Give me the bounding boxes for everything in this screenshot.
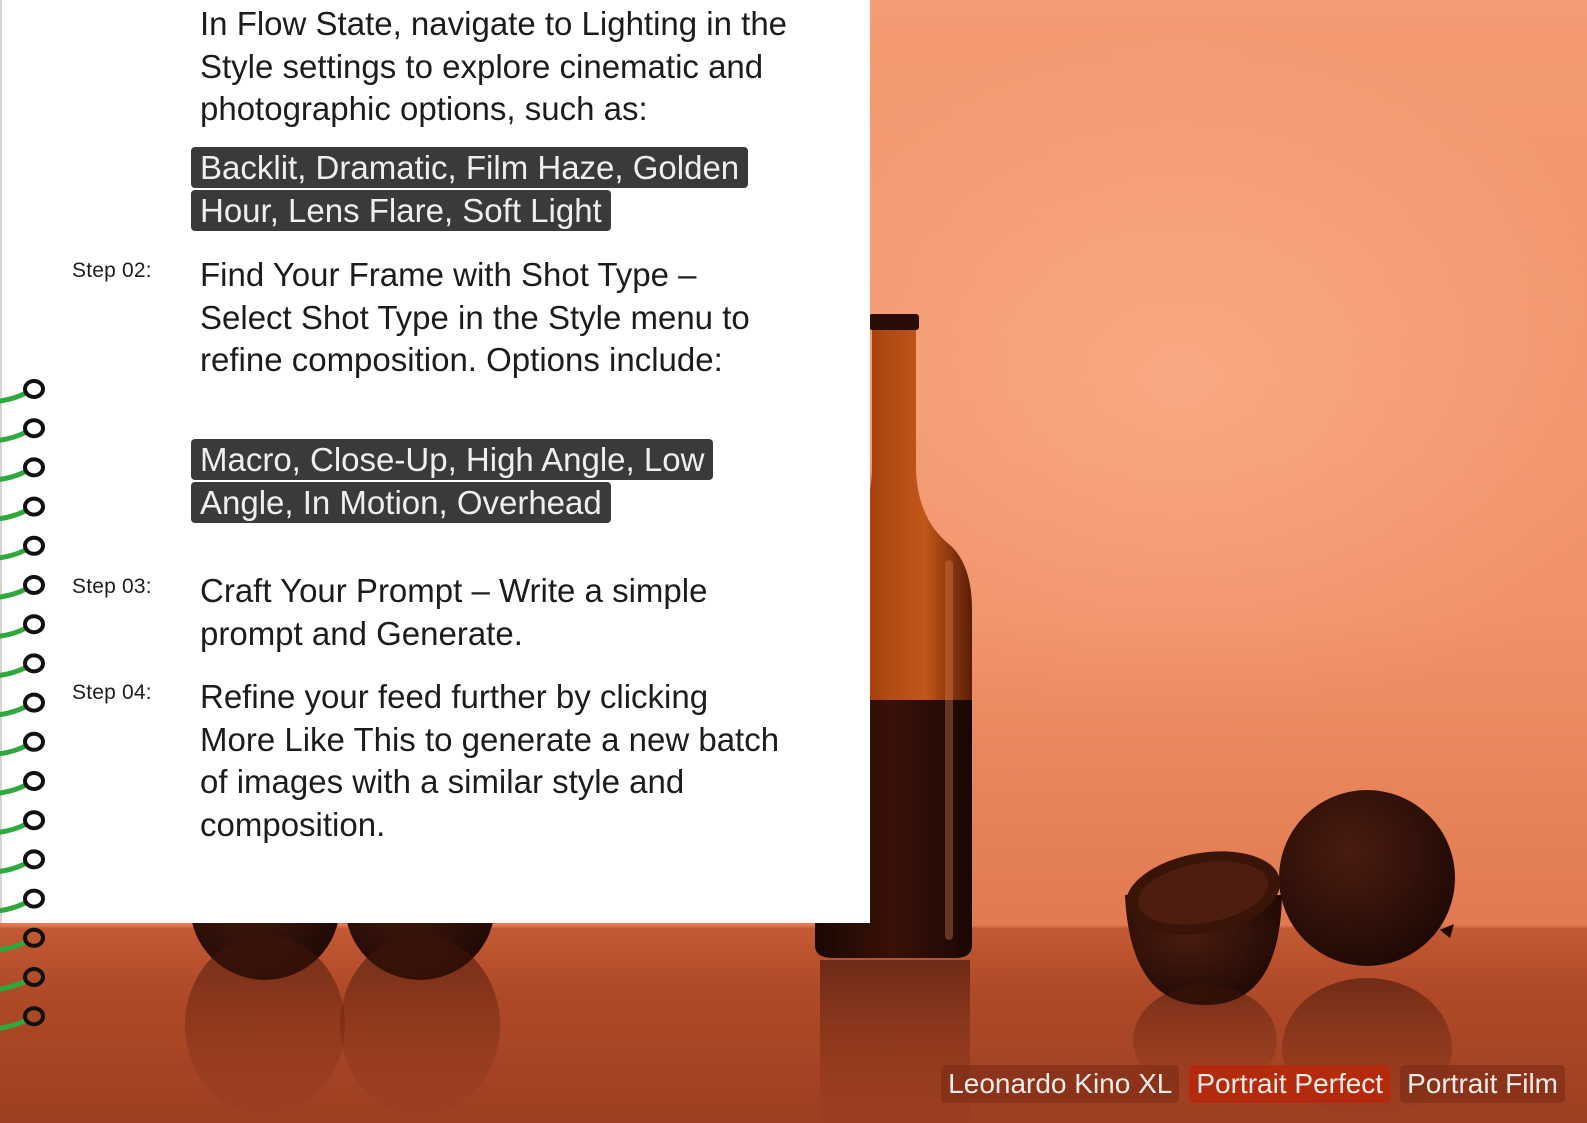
- spiral-ring: [0, 496, 45, 522]
- spiral-ring: [0, 810, 45, 835]
- spiral-ring: [0, 888, 45, 914]
- shot-type-options-text: Macro, Close-Up, High Angle, Low Angle, …: [191, 439, 714, 523]
- step-04-label: Step 04:: [72, 681, 152, 704]
- spiral-ring: [0, 927, 45, 953]
- preset-tag-portrait-perfect: Portrait Perfect: [1189, 1065, 1391, 1103]
- step-03-label: Step 03:: [72, 575, 152, 598]
- spiral-ring: [0, 418, 45, 443]
- intro-text: In Flow State, navigate to Lighting in t…: [200, 5, 788, 127]
- spiral-ring: [0, 535, 45, 561]
- spiral-ring: [0, 379, 45, 404]
- spiral-ring: [0, 967, 45, 992]
- spiral-ring: [0, 692, 45, 718]
- spiral-binding: [0, 379, 45, 1031]
- spiral-ring: [0, 614, 45, 639]
- lighting-options-text: Backlit, Dramatic, Film Haze, Golden Hou…: [191, 147, 749, 231]
- spiral-ring: [0, 1006, 45, 1031]
- preset-tag-kino-xl: Leonardo Kino XL: [941, 1065, 1180, 1103]
- preset-tag-portrait-film: Portrait Film: [1400, 1065, 1565, 1103]
- spiral-ring: [0, 731, 45, 757]
- spiral-ring: [0, 457, 45, 482]
- spiral-ring: [0, 575, 45, 600]
- lighting-options-tag: Backlit, Dramatic, Film Haze, Golden Hou…: [191, 147, 801, 232]
- shot-type-options-tag: Macro, Close-Up, High Angle, Low Angle, …: [191, 439, 771, 524]
- notebook-page: In Flow State, navigate to Lighting in t…: [0, 0, 870, 923]
- step-02-text: Find Your Frame with Shot Type – Select …: [200, 256, 750, 378]
- spiral-ring: [0, 653, 45, 678]
- step-03-text: Craft Your Prompt – Write a simple promp…: [200, 572, 708, 652]
- step-02-label: Step 02:: [72, 259, 152, 282]
- step-04-text: Refine your feed further by clicking Mor…: [200, 678, 780, 843]
- spiral-ring: [0, 849, 45, 874]
- preset-tags: Leonardo Kino XL Portrait Perfect Portra…: [941, 1065, 1565, 1103]
- spiral-ring: [0, 771, 45, 796]
